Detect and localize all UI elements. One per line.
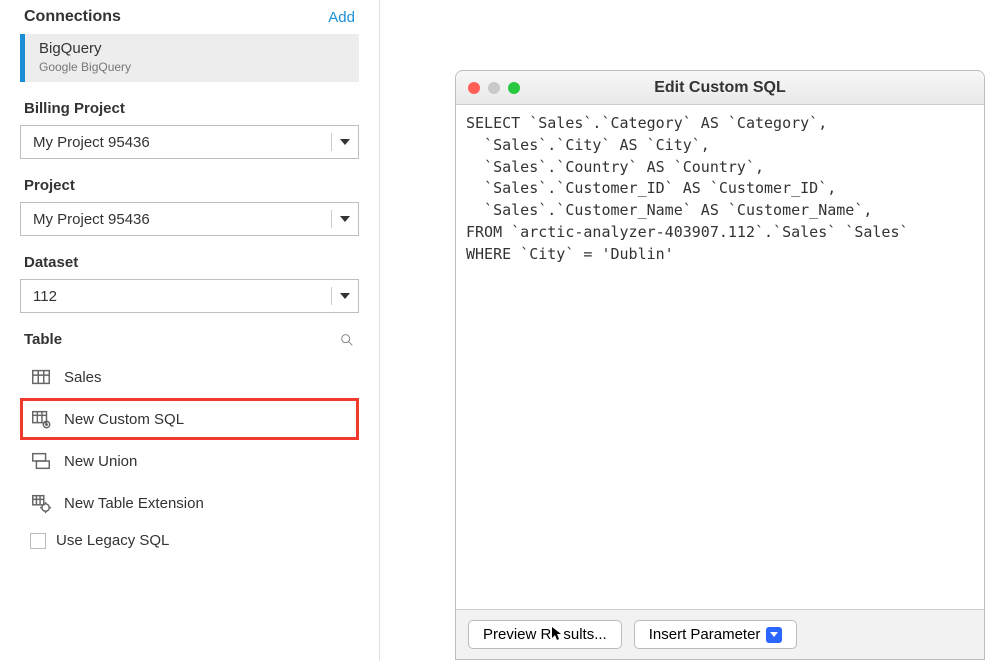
data-source-sidebar: Connections Add BigQuery Google BigQuery… (0, 0, 380, 661)
table-extension-icon (30, 492, 52, 514)
table-section-label: Table (24, 331, 62, 348)
search-icon[interactable] (339, 332, 355, 348)
insert-parameter-button[interactable]: Insert Parameter (634, 620, 798, 649)
maximize-icon[interactable] (508, 82, 520, 94)
table-item-label: New Custom SQL (64, 411, 184, 428)
dataset-value: 112 (33, 288, 57, 305)
edit-custom-sql-dialog: Edit Custom SQL SELECT `Sales`.`Category… (455, 70, 985, 660)
table-item-label: New Table Extension (64, 495, 204, 512)
table-icon (30, 366, 52, 388)
preview-results-label: Preview Rsults... (483, 626, 607, 643)
chevron-down-icon (331, 210, 350, 228)
new-custom-sql-item[interactable]: New Custom SQL (20, 398, 359, 440)
table-item-label: Sales (64, 369, 102, 386)
table-item-label: New Union (64, 453, 137, 470)
sql-editor[interactable]: SELECT `Sales`.`Category` AS `Category`,… (456, 105, 984, 609)
traffic-lights (468, 82, 520, 94)
billing-project-label: Billing Project (24, 100, 355, 117)
connection-name: BigQuery (39, 40, 349, 58)
connection-item-bigquery[interactable]: BigQuery Google BigQuery (20, 34, 359, 82)
table-item-sales[interactable]: Sales (20, 356, 359, 398)
insert-parameter-label: Insert Parameter (649, 626, 761, 643)
custom-sql-icon (30, 408, 52, 430)
use-legacy-sql-label: Use Legacy SQL (56, 532, 169, 549)
connections-header: Connections Add (24, 8, 355, 26)
preview-results-button[interactable]: Preview Rsults... (468, 620, 622, 649)
billing-project-value: My Project 95436 (33, 134, 150, 151)
project-label: Project (24, 177, 355, 194)
dialog-titlebar[interactable]: Edit Custom SQL (456, 71, 984, 105)
table-header-row: Table (24, 331, 355, 348)
dialog-title: Edit Custom SQL (456, 79, 984, 97)
project-value: My Project 95436 (33, 211, 150, 228)
union-icon (30, 450, 52, 472)
add-connection-link[interactable]: Add (328, 9, 355, 26)
connection-subtitle: Google BigQuery (39, 60, 349, 74)
dataset-label: Dataset (24, 254, 355, 271)
project-select[interactable]: My Project 95436 (20, 202, 359, 236)
minimize-icon[interactable] (488, 82, 500, 94)
new-table-extension-item[interactable]: New Table Extension (20, 482, 359, 524)
cursor-icon (551, 626, 563, 642)
close-icon[interactable] (468, 82, 480, 94)
dialog-footer: Preview Rsults... Insert Parameter (456, 609, 984, 659)
billing-project-select[interactable]: My Project 95436 (20, 125, 359, 159)
use-legacy-sql-checkbox[interactable] (30, 533, 46, 549)
connections-title: Connections (24, 8, 121, 26)
new-union-item[interactable]: New Union (20, 440, 359, 482)
chevron-down-icon (331, 133, 350, 151)
use-legacy-sql-row[interactable]: Use Legacy SQL (20, 524, 359, 557)
chevron-down-icon (766, 627, 782, 643)
dataset-select[interactable]: 112 (20, 279, 359, 313)
chevron-down-icon (331, 287, 350, 305)
